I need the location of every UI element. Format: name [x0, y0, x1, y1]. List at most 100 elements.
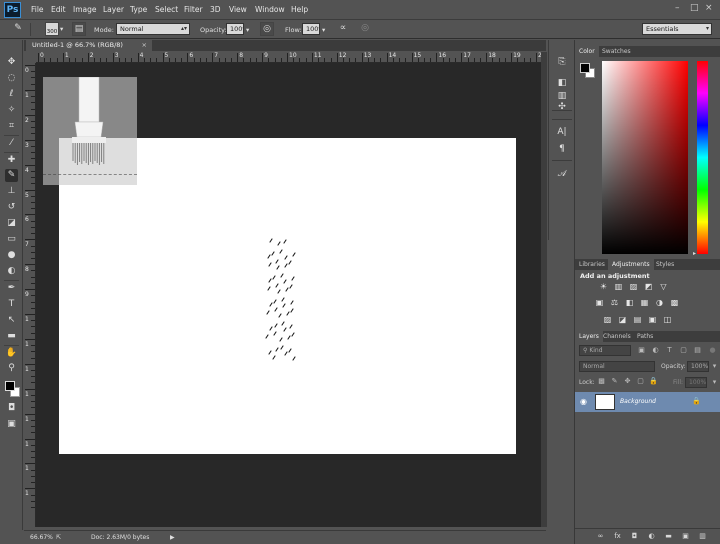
layer-style-icon[interactable]: fx	[613, 532, 622, 541]
document-canvas[interactable]	[59, 138, 516, 454]
brush-preset-icon[interactable]: ✎	[10, 22, 26, 36]
ruler-origin[interactable]	[24, 52, 36, 63]
brightness-icon[interactable]: ☀	[598, 282, 609, 292]
mode-select[interactable]: Normal ▴▾	[116, 23, 190, 35]
blur-icon[interactable]: ●	[5, 249, 18, 262]
healing-icon[interactable]: ✚	[5, 154, 18, 167]
close-icon[interactable]: ×	[142, 40, 147, 51]
link-layers-icon[interactable]: ∞	[596, 532, 605, 541]
zoom-icon[interactable]: ⚲	[5, 362, 18, 375]
pen-icon[interactable]: ✒	[5, 282, 18, 295]
color-lookup-icon[interactable]: ▩	[669, 298, 680, 308]
menu-select[interactable]: Select	[155, 5, 178, 14]
canvas-area[interactable]	[36, 63, 541, 527]
horizontal-ruler[interactable]: 01234567891011121314151617181920	[36, 52, 541, 63]
minimize-icon[interactable]: –	[675, 3, 680, 13]
lock-artboard-icon[interactable]: ▢	[636, 377, 645, 386]
menu-image[interactable]: Image	[73, 5, 97, 14]
brush-size-picker[interactable]: 300	[45, 22, 59, 36]
gradient-icon[interactable]: ◫	[662, 315, 673, 325]
vertical-ruler[interactable]: 0 1 2 3 4 5 6 7 8 9 1 1 1 1 1 1 1 1	[24, 63, 36, 527]
hue-slider-handle[interactable]: ▸	[693, 250, 696, 257]
rectangle-icon[interactable]: ▬	[5, 330, 18, 343]
fill-input[interactable]: 100%	[685, 377, 707, 388]
layer-mask-icon[interactable]: ◘	[630, 532, 639, 541]
exposure-icon[interactable]: ◩	[643, 282, 654, 292]
chevron-down-icon[interactable]: ▾	[322, 26, 325, 34]
export-icon[interactable]: ⇱	[56, 534, 61, 541]
menu-edit[interactable]: Edit	[51, 5, 66, 14]
crop-icon[interactable]: ⌗	[5, 120, 18, 133]
selective-color-icon[interactable]: ▣	[647, 315, 658, 325]
lock-transparent-icon[interactable]: ▩	[597, 377, 606, 386]
black-white-icon[interactable]: ◧	[624, 298, 635, 308]
lock-all-icon[interactable]: 🔒	[649, 377, 658, 386]
gradient-map-icon[interactable]: ▽	[658, 282, 669, 292]
menu-3d[interactable]: 3D	[210, 5, 221, 14]
flow-input[interactable]: 100%	[302, 23, 320, 35]
brush-icon[interactable]: ✎	[5, 169, 18, 182]
tab-adjustments[interactable]: Adjustments	[608, 259, 654, 270]
paragraph-panel-icon[interactable]: ¶	[555, 143, 569, 156]
chevron-down-icon[interactable]: ▾	[60, 25, 63, 33]
tab-paths[interactable]: Paths	[633, 331, 657, 342]
new-group-icon[interactable]: ▬	[664, 532, 673, 541]
pixel-filter-icon[interactable]: ▣	[637, 346, 646, 355]
vertical-scrollbar[interactable]	[541, 52, 547, 527]
adjustment-layer-icon[interactable]: ◐	[647, 532, 656, 541]
color-picker-field[interactable]	[602, 61, 688, 254]
layer-row[interactable]: ◉ Background 🔒	[575, 392, 720, 412]
tab-libraries[interactable]: Libraries	[575, 259, 609, 270]
tab-color[interactable]: Color	[575, 46, 599, 57]
lasso-icon[interactable]: ℓ	[5, 88, 18, 101]
chevron-down-icon[interactable]: ▾	[710, 362, 719, 371]
photo-filter-icon[interactable]: ▦	[639, 298, 650, 308]
path-select-icon[interactable]: ↖	[5, 314, 18, 327]
lock-position-icon[interactable]: ✥	[623, 377, 632, 386]
type-icon[interactable]: T	[5, 298, 18, 311]
pressure-size-icon[interactable]: ◎	[358, 22, 372, 36]
levels-icon[interactable]: ▥	[613, 282, 624, 292]
eraser-icon[interactable]: ◪	[5, 217, 18, 230]
chevron-down-icon[interactable]: ▾	[246, 26, 249, 34]
new-layer-icon[interactable]: ▣	[681, 532, 690, 541]
hand-icon[interactable]: ✋	[5, 347, 18, 360]
chevron-right-icon[interactable]: ▶	[170, 534, 175, 541]
pressure-opacity-icon[interactable]: ◎	[260, 22, 274, 36]
screen-mode-icon[interactable]: ▣	[5, 418, 18, 431]
balance-icon[interactable]: ⚖	[609, 298, 620, 308]
layer-filter-select[interactable]: ⚲ Kind	[579, 345, 631, 356]
foreground-color-swatch[interactable]	[580, 63, 590, 73]
adjustment-filter-icon[interactable]: ◐	[651, 346, 660, 355]
stamp-icon[interactable]: ⊥	[5, 185, 18, 198]
history-brush-icon[interactable]: ↺	[5, 201, 18, 214]
vibrance-icon[interactable]: ▣	[594, 298, 605, 308]
document-tab[interactable]: Untitled-1 @ 66.7% (RGB/8) ×	[26, 40, 152, 51]
quick-select-icon[interactable]: ✧	[5, 104, 18, 117]
blend-mode-select[interactable]: Normal	[579, 361, 655, 372]
menu-layer[interactable]: Layer	[103, 5, 124, 14]
quick-mask-icon[interactable]: ◘	[5, 402, 18, 415]
chevron-down-icon[interactable]: ▾	[710, 378, 719, 387]
maximize-icon[interactable]: □	[690, 3, 699, 13]
dodge-icon[interactable]: ◐	[5, 265, 18, 278]
smart-object-filter-icon[interactable]: ▤	[693, 346, 702, 355]
foreground-color-swatch[interactable]	[5, 381, 15, 391]
close-icon[interactable]: ×	[705, 3, 713, 13]
menu-window[interactable]: Window	[255, 5, 285, 14]
eyedropper-icon[interactable]: ⁄	[5, 137, 18, 150]
airbrush-icon[interactable]: ∝	[336, 22, 350, 36]
zoom-level[interactable]: 66.67%	[30, 534, 53, 541]
brush-panel-icon[interactable]: ▤	[72, 22, 86, 36]
marquee-icon[interactable]: ◌	[5, 72, 18, 85]
tab-channels[interactable]: Channels	[599, 331, 635, 342]
menu-help[interactable]: Help	[291, 5, 308, 14]
menu-file[interactable]: File	[31, 5, 44, 14]
tab-styles[interactable]: Styles	[652, 259, 678, 270]
invert-icon[interactable]: ▨	[602, 315, 613, 325]
history-panel-icon[interactable]: ⎘	[555, 56, 569, 69]
shape-filter-icon[interactable]: ▢	[679, 346, 688, 355]
channel-mixer-icon[interactable]: ◑	[654, 298, 665, 308]
properties-panel-icon[interactable]: ◧	[555, 77, 569, 90]
type-filter-icon[interactable]: T	[665, 346, 674, 355]
